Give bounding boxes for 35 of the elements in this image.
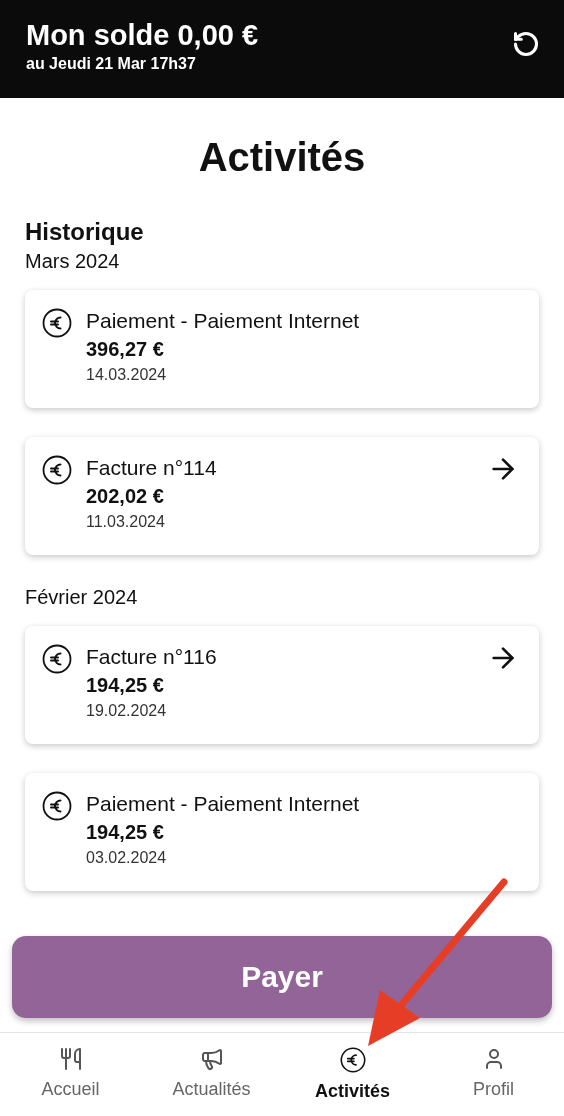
month-label: Mars 2024 (25, 249, 121, 274)
activity-title: Paiement - Paiement Internet (86, 308, 361, 334)
activity-amount: 194,25 € (86, 820, 165, 845)
nav-tab[interactable]: Activités (282, 1033, 423, 1116)
activity-date: 03.02.2024 (86, 848, 168, 868)
activity-title: Facture n°116 (86, 644, 218, 670)
balance-date: au Jeudi 21 Mar 17h37 (26, 54, 197, 74)
activity-title: Facture n°114 (86, 455, 218, 481)
activity-card[interactable]: Paiement - Paiement Internet 396,27 € 14.03.2024 (25, 290, 539, 408)
balance-title: Mon solde 0,00 € (26, 18, 259, 53)
refresh-button[interactable] (512, 30, 540, 58)
month-label: Février 2024 (25, 585, 139, 610)
activity-card[interactable]: Paiement - Paiement Internet 194,25 € 03.02.2024 (25, 773, 539, 891)
activity-amount: 194,25 € (86, 673, 165, 698)
activity-amount: 202,02 € (86, 484, 165, 509)
euro-icon (42, 644, 72, 674)
activity-card[interactable]: Facture n°114 202,02 € 11.03.2024 (25, 437, 539, 555)
euro-icon (42, 455, 72, 485)
activity-date: 11.03.2024 (86, 512, 166, 532)
section-title: Historique (25, 218, 145, 246)
activity-title: Paiement - Paiement Internet (86, 791, 361, 817)
euro-icon (42, 791, 72, 821)
activity-date: 19.02.2024 (86, 701, 168, 721)
page-title: Activités (197, 134, 367, 181)
activity-date: 14.03.2024 (86, 365, 168, 385)
nav-tab[interactable]: Accueil (0, 1033, 141, 1116)
activity-card[interactable]: Facture n°116 194,25 € 19.02.2024 (25, 626, 539, 744)
euro-icon (339, 1047, 366, 1073)
nav-tab[interactable]: Actualités (141, 1033, 282, 1116)
euro-icon (42, 308, 72, 338)
megaphone-icon (199, 1047, 224, 1071)
cutlery-icon (58, 1047, 83, 1071)
activity-amount: 396,27 € (86, 337, 165, 362)
nav-tab[interactable]: Profil (423, 1033, 564, 1116)
pay-button[interactable]: Payer (12, 936, 552, 1018)
